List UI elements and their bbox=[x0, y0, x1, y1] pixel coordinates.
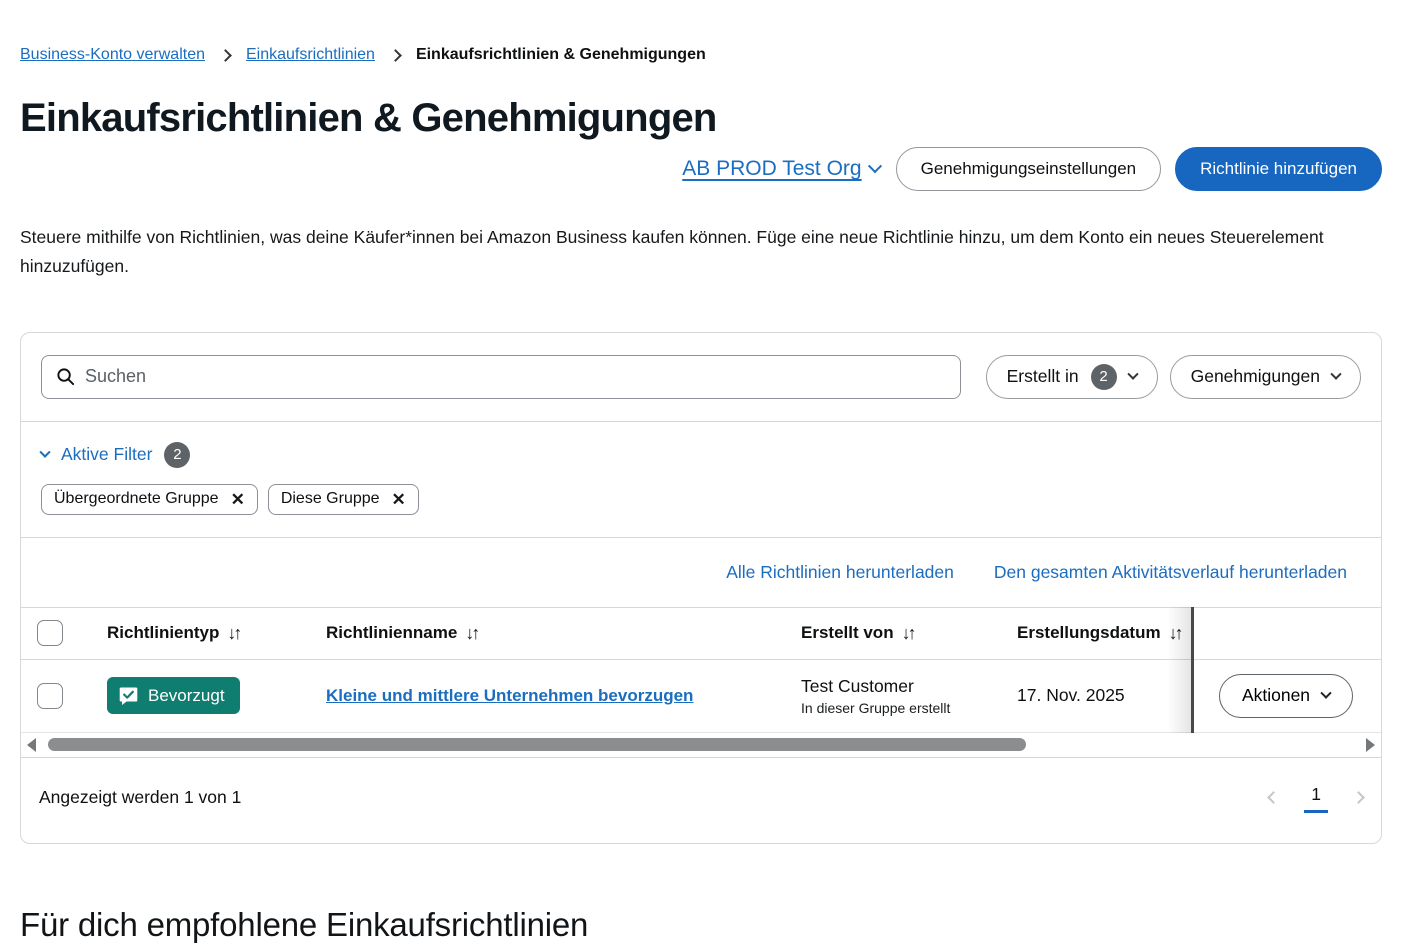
policies-card: Erstellt in 2 Genehmigungen Aktive Filte… bbox=[20, 331, 1382, 844]
column-header-type[interactable]: Richtlinientyp ↓↑ bbox=[107, 623, 326, 644]
column-header-label: Richtlinientyp bbox=[107, 623, 220, 643]
policy-name-link[interactable]: Kleine und mittlere Unternehmen bevorzug… bbox=[326, 686, 693, 705]
scrollbar-track[interactable] bbox=[40, 738, 1362, 752]
column-header-name[interactable]: Richtlinienname ↓↑ bbox=[326, 623, 801, 644]
column-header-label: Richtlinienname bbox=[326, 623, 458, 643]
search-filter-row: Erstellt in 2 Genehmigungen bbox=[21, 333, 1381, 421]
sort-icon[interactable]: ↓↑ bbox=[227, 623, 242, 644]
row-actions-button[interactable]: Aktionen bbox=[1218, 673, 1354, 718]
org-selector[interactable]: AB PROD Test Org bbox=[682, 157, 882, 181]
row-checkbox-cell bbox=[21, 682, 107, 709]
created-in-label: Erstellt in bbox=[1006, 366, 1079, 387]
pagination-summary: Angezeigt werden 1 von 1 bbox=[39, 786, 242, 807]
search-input-wrapper bbox=[41, 354, 961, 399]
recommended-section-title: Für dich empfohlene Einkaufsrichtlinien bbox=[20, 905, 589, 943]
column-header-label: Erstellt von bbox=[801, 623, 894, 643]
page-number-current[interactable]: 1 bbox=[1304, 782, 1328, 813]
remove-filter-icon[interactable]: ✕ bbox=[392, 491, 406, 508]
created-date-value: 17. Nov. 2025 bbox=[1017, 685, 1125, 706]
breadcrumb-separator-icon bbox=[389, 48, 402, 62]
filter-chip-label: Übergeordnete Gruppe bbox=[54, 490, 219, 508]
chevron-down-icon bbox=[867, 159, 882, 174]
column-header-label: Erstellungsdatum bbox=[1017, 623, 1161, 643]
breadcrumb-link-purchasing-policies[interactable]: Einkaufsrichtlinien bbox=[246, 46, 375, 64]
created-by-name: Test Customer bbox=[801, 675, 914, 696]
download-all-policies-link[interactable]: Alle Richtlinien herunterladen bbox=[726, 562, 954, 583]
search-icon bbox=[57, 368, 75, 386]
created-by-subtext: In dieser Gruppe erstellt bbox=[801, 699, 951, 716]
chevron-down-icon bbox=[1330, 368, 1342, 380]
filter-dropdowns: Erstellt in 2 Genehmigungen bbox=[985, 354, 1361, 399]
approvals-dropdown[interactable]: Genehmigungen bbox=[1169, 354, 1361, 399]
previous-page-icon[interactable] bbox=[1267, 790, 1281, 804]
next-page-icon[interactable] bbox=[1352, 790, 1365, 804]
scroll-right-arrow-icon[interactable] bbox=[1366, 737, 1375, 752]
org-selector-label: AB PROD Test Org bbox=[682, 157, 862, 180]
scrollbar-thumb[interactable] bbox=[48, 738, 1027, 752]
actions-cell: Aktionen bbox=[1191, 673, 1381, 718]
page-title: Einkaufsrichtlinien & Genehmigungen bbox=[20, 96, 717, 140]
breadcrumb-current: Einkaufsrichtlinien & Genehmigungen bbox=[415, 46, 706, 63]
chevron-down-icon bbox=[39, 446, 51, 458]
horizontal-scrollbar bbox=[21, 733, 1381, 757]
filter-chip-parent-group[interactable]: Übergeordnete Gruppe ✕ bbox=[41, 483, 258, 515]
sort-icon[interactable]: ↓↑ bbox=[902, 623, 917, 644]
filter-chip-label: Diese Gruppe bbox=[280, 490, 380, 508]
header-checkbox-cell bbox=[21, 620, 107, 647]
policies-table: Richtlinientyp ↓↑ Richtlinienname ↓↑ Ers… bbox=[21, 606, 1381, 733]
table-header-row: Richtlinientyp ↓↑ Richtlinienname ↓↑ Ers… bbox=[21, 606, 1381, 660]
policy-name-cell: Kleine und mittlere Unternehmen bevorzug… bbox=[326, 686, 801, 706]
created-in-dropdown[interactable]: Erstellt in 2 bbox=[985, 354, 1158, 399]
download-activity-link[interactable]: Den gesamten Aktivitätsverlauf herunterl… bbox=[994, 562, 1347, 583]
check-bubble-icon bbox=[119, 687, 138, 706]
row-actions-label: Aktionen bbox=[1241, 685, 1311, 706]
chevron-down-icon bbox=[1320, 687, 1332, 699]
filter-chips: Übergeordnete Gruppe ✕ Diese Gruppe ✕ bbox=[41, 483, 1361, 515]
column-header-created-date[interactable]: Erstellungsdatum ↓↑ bbox=[1017, 608, 1191, 659]
active-filters-section: Aktive Filter 2 Übergeordnete Gruppe ✕ D… bbox=[21, 422, 1381, 537]
table-row: Bevorzugt Kleine und mittlere Unternehme… bbox=[21, 660, 1381, 733]
pager: 1 bbox=[1267, 782, 1365, 813]
breadcrumb-separator-icon bbox=[219, 48, 232, 62]
sort-icon[interactable]: ↓↑ bbox=[465, 623, 480, 644]
active-filters-toggle[interactable]: Aktive Filter 2 bbox=[39, 441, 191, 468]
search-input[interactable] bbox=[85, 366, 946, 388]
active-filters-count-badge: 2 bbox=[164, 441, 191, 468]
pagination-row: Angezeigt werden 1 von 1 1 bbox=[21, 758, 1381, 843]
remove-filter-icon[interactable]: ✕ bbox=[231, 491, 245, 508]
download-links-row: Alle Richtlinien herunterladen Den gesam… bbox=[21, 538, 1381, 607]
scroll-left-arrow-icon[interactable] bbox=[27, 737, 36, 752]
chevron-down-icon bbox=[1126, 368, 1139, 380]
created-in-count-badge: 2 bbox=[1090, 363, 1117, 390]
breadcrumb-link-business-account[interactable]: Business-Konto verwalten bbox=[20, 46, 205, 64]
filter-chip-this-group[interactable]: Diese Gruppe ✕ bbox=[267, 483, 419, 515]
select-all-checkbox[interactable] bbox=[37, 620, 63, 647]
policy-type-cell: Bevorzugt bbox=[107, 677, 326, 715]
page-container: Business-Konto verwalten Einkaufsrichtli… bbox=[0, 46, 1408, 944]
approval-settings-button[interactable]: Genehmigungseinstellungen bbox=[895, 147, 1162, 191]
created-date-cell: 17. Nov. 2025 bbox=[1017, 660, 1191, 732]
row-checkbox[interactable] bbox=[37, 682, 63, 709]
page-description: Steuere mithilfe von Richtlinien, was de… bbox=[20, 227, 1324, 277]
add-policy-button[interactable]: Richtlinie hinzufügen bbox=[1175, 147, 1382, 191]
created-by-cell: Test Customer In dieser Gruppe erstellt bbox=[801, 676, 1017, 716]
policy-type-badge: Bevorzugt bbox=[107, 677, 240, 715]
active-filters-label: Aktive Filter bbox=[61, 444, 153, 465]
sort-icon[interactable]: ↓↑ bbox=[1169, 623, 1184, 644]
column-header-created-by[interactable]: Erstellt von ↓↑ bbox=[801, 623, 1017, 644]
breadcrumb: Business-Konto verwalten Einkaufsrichtli… bbox=[20, 46, 1382, 64]
header-controls: AB PROD Test Org Genehmigungseinstellung… bbox=[20, 147, 1382, 191]
policy-type-badge-label: Bevorzugt bbox=[148, 685, 225, 705]
approvals-label: Genehmigungen bbox=[1190, 366, 1320, 387]
